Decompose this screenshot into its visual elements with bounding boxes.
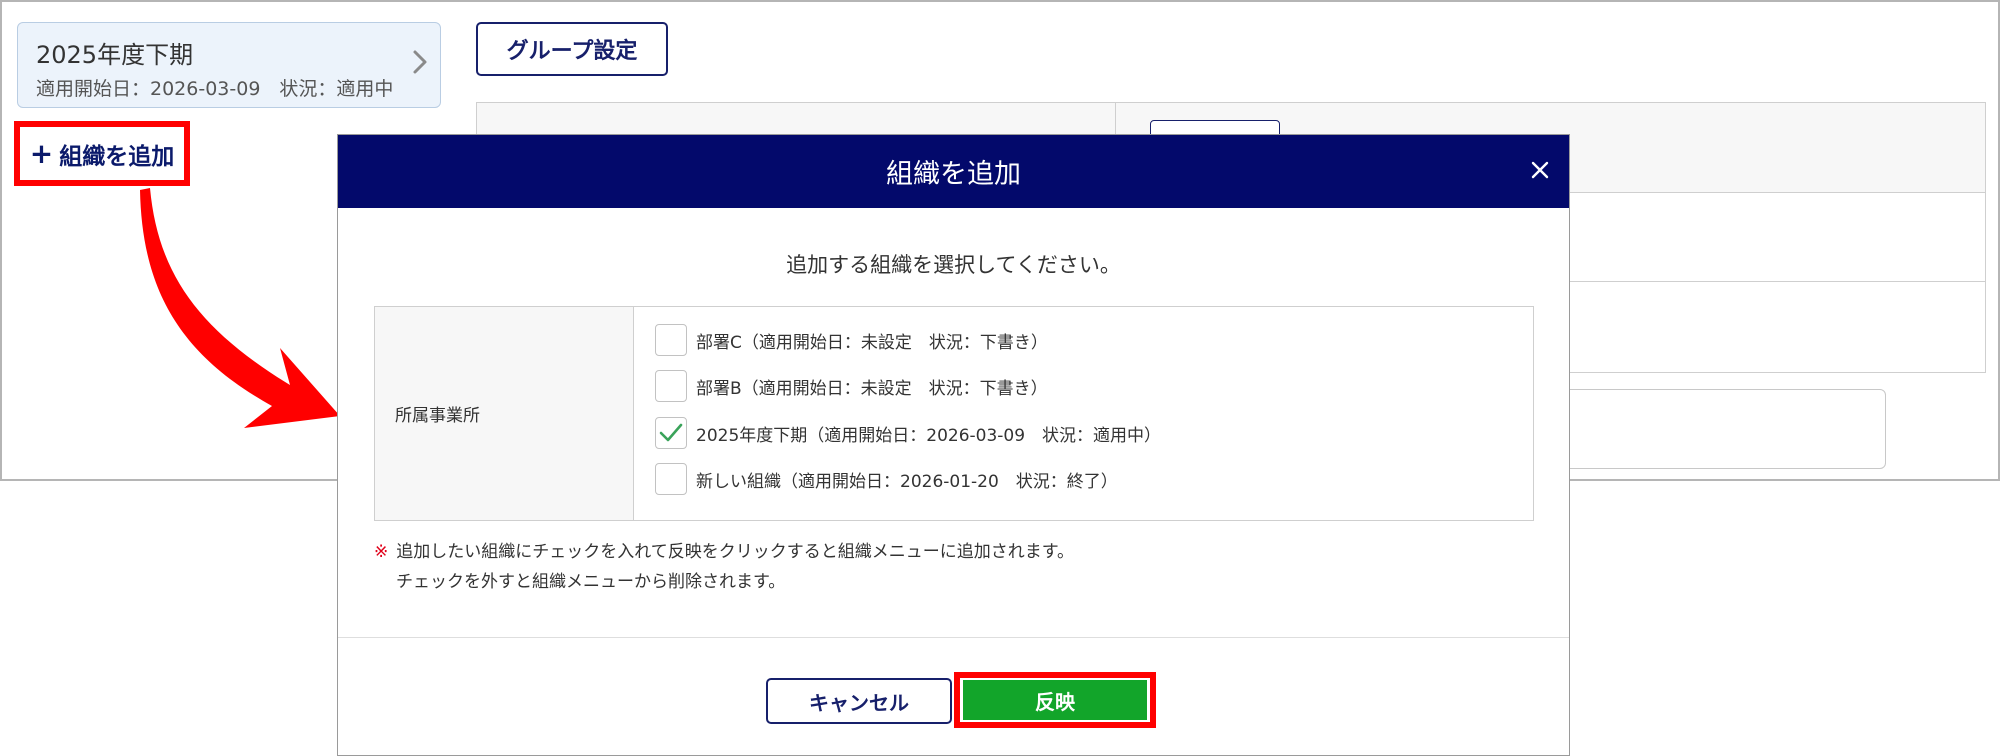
cancel-button[interactable]: キャンセル bbox=[766, 678, 952, 724]
add-organization-label: 組織を追加 bbox=[59, 143, 175, 170]
annotation-arrow-icon bbox=[140, 188, 340, 428]
option-label: 新しい組織（適用開始日：2026-01-20 状況：終了） bbox=[696, 471, 1118, 492]
org-card-subtitle: 適用開始日：2026-03-09 状況：適用中 bbox=[36, 78, 394, 100]
add-organization-link[interactable]: + 組織を追加 bbox=[14, 121, 190, 186]
option-label: 2025年度下期（適用開始日：2026-03-09 状況：適用中） bbox=[696, 425, 1162, 446]
group-settings-button[interactable]: グループ設定 bbox=[476, 22, 668, 76]
org-card-title: 2025年度下期 bbox=[36, 41, 194, 69]
option-label: 部署C（適用開始日：未設定 状況：下書き） bbox=[696, 332, 1048, 353]
field-label-cell: 所属事業所 bbox=[375, 307, 634, 520]
org-card-2025-second-half[interactable]: 2025年度下期 適用開始日：2026-03-09 状況：適用中 bbox=[17, 22, 441, 108]
option-label: 部署B（適用開始日：未設定 状況：下書き） bbox=[696, 378, 1048, 399]
option-dept-c[interactable]: 部署C（適用開始日：未設定 状況：下書き） bbox=[655, 323, 1048, 357]
apply-button[interactable]: 反映 bbox=[963, 680, 1147, 720]
check-icon bbox=[659, 423, 683, 442]
organization-select-table: 所属事業所 部署C（適用開始日：未設定 状況：下書き） 部署B（適用開始日：未設… bbox=[374, 306, 1534, 521]
add-organization-dialog: 組織を追加 追加する組織を選択してください。 所属事業所 部署C（適用開始日：未… bbox=[337, 134, 1570, 756]
dialog-note: ※ 追加したい組織にチェックを入れて反映をクリックすると組織メニューに追加されます… bbox=[374, 537, 1074, 597]
dialog-description: 追加する組織を選択してください。 bbox=[786, 253, 1121, 277]
background-input[interactable] bbox=[1562, 389, 1886, 469]
checkbox[interactable] bbox=[655, 463, 687, 495]
close-icon[interactable] bbox=[1525, 155, 1555, 185]
note-mark: ※ bbox=[374, 542, 389, 562]
chevron-right-icon bbox=[412, 49, 428, 79]
option-new-organization[interactable]: 新しい組織（適用開始日：2026-01-20 状況：終了） bbox=[655, 462, 1118, 496]
checkbox-checked[interactable] bbox=[655, 417, 687, 449]
dialog-title: 組織を追加 bbox=[886, 159, 1021, 190]
note-line-2: チェックを外すと組織メニューから削除されます。 bbox=[396, 572, 786, 592]
checkbox[interactable] bbox=[655, 370, 687, 402]
field-label: 所属事業所 bbox=[395, 406, 480, 426]
note-line-1: 追加したい組織にチェックを入れて反映をクリックすると組織メニューに追加されます。 bbox=[396, 542, 1075, 562]
option-dept-b[interactable]: 部署B（適用開始日：未設定 状況：下書き） bbox=[655, 369, 1048, 403]
dialog-divider bbox=[338, 637, 1569, 638]
option-2025-second-half[interactable]: 2025年度下期（適用開始日：2026-03-09 状況：適用中） bbox=[655, 416, 1161, 450]
checkbox[interactable] bbox=[655, 324, 687, 356]
dialog-header: 組織を追加 bbox=[338, 135, 1569, 208]
plus-icon: + bbox=[29, 136, 54, 170]
